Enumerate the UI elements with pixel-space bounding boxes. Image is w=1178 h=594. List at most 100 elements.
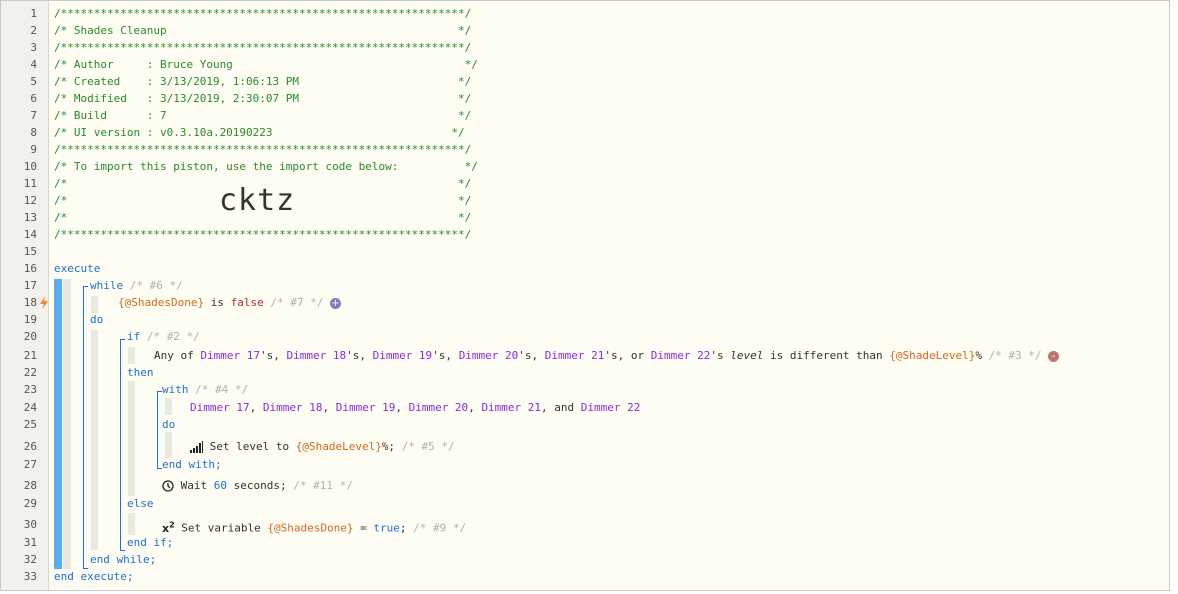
header-build: /* Build : 7 */ — [54, 109, 472, 122]
wait-duration: 60 — [213, 479, 227, 492]
if-keyword[interactable]: if — [127, 330, 140, 343]
sep-1: , — [249, 401, 263, 414]
poss-2: 's, — [346, 349, 373, 362]
with-do-block-shade — [165, 432, 172, 458]
set-variable-target: {@ShadesDone} — [267, 521, 354, 535]
line-number: 20 — [23, 330, 37, 343]
line-number: 11 — [23, 177, 37, 190]
header-author: /* Author : Bruce Young */ — [54, 58, 478, 71]
header-modified: /* Modified : 3/13/2019, 2:30:07 PM */ — [54, 92, 472, 105]
different-operator: is different than — [763, 349, 890, 362]
if-bracket — [120, 339, 125, 551]
line-number: 14 — [23, 228, 37, 241]
piston-editor: 1 2 3 4 5 6 7 8 9 10 11 12 13 14 15 16 17 18 19 20 21 22 23 24 2… — [0, 0, 1170, 591]
with-dimmer-22: Dimmer 22 — [580, 401, 641, 414]
if-line: if /* #2 */ — [127, 328, 200, 345]
any-of-text: Any of — [154, 349, 201, 362]
header-title: /* Shades Cleanup */ — [54, 24, 472, 37]
line-number: 6 — [30, 92, 37, 105]
comment-5: /* #5 */ — [401, 440, 455, 453]
signal-bars-icon — [190, 441, 203, 453]
end-execute-keyword[interactable]: end execute; — [54, 570, 133, 583]
set-level-statement[interactable]: Set level to {@ShadeLevel}%; /* #5 */ — [190, 438, 455, 455]
header-border-4: /***************************************… — [54, 228, 472, 241]
if-comment: /* #2 */ — [146, 330, 200, 343]
then-keyword[interactable]: then — [127, 366, 154, 379]
header-border-3: /***************************************… — [54, 143, 472, 156]
set-variable-statement[interactable]: x2 Set variable {@ShadesDone} = true; /*… — [162, 516, 466, 537]
end-if-keyword[interactable]: end if; — [127, 536, 173, 549]
device-dimmer-19: Dimmer 19 — [372, 349, 433, 362]
condition-comment-3: /* #3 */ — [988, 349, 1049, 362]
superscript-x2-icon: x2 — [162, 520, 175, 535]
then-block-shade — [128, 381, 135, 496]
line-number: 27 — [23, 458, 37, 471]
header-import-note: /* To import this piston, use the import… — [54, 160, 478, 173]
semicolon: ; — [399, 521, 414, 535]
while-condition[interactable]: {@ShadesDone} is false /* #7 */ + — [118, 294, 341, 311]
execute-block-shade — [63, 279, 71, 569]
sep-4: , — [468, 401, 482, 414]
end-with-line: end with; — [162, 456, 222, 473]
false-value: false — [230, 296, 264, 309]
with-keyword[interactable]: with — [162, 383, 189, 396]
equals-sign: = — [353, 521, 374, 535]
with-do-line: do — [162, 416, 175, 433]
header-border-2: /***************************************… — [54, 41, 472, 54]
execute-keyword[interactable]: execute — [54, 262, 100, 275]
end-while-keyword[interactable]: end while; — [90, 553, 156, 566]
while-keyword[interactable]: while — [90, 279, 123, 292]
line-number: 9 — [30, 143, 37, 156]
line-number: 18 — [23, 296, 37, 309]
shades-done-variable: {@ShadesDone} — [118, 296, 205, 309]
end-with-keyword[interactable]: end with; — [162, 458, 222, 471]
line-number: 8 — [30, 126, 37, 139]
line-number: 13 — [23, 211, 37, 224]
clock-icon — [162, 480, 174, 492]
comment-11: /* #11 */ — [293, 479, 353, 492]
if-block-shade — [128, 347, 135, 364]
shade-level-variable: {@ShadeLevel} — [889, 349, 976, 362]
is-operator: is — [204, 296, 231, 309]
wait-statement[interactable]: Wait 60 seconds; /* #11 */ — [162, 477, 353, 494]
else-keyword[interactable]: else — [127, 497, 154, 510]
end-while-line: end while; — [90, 551, 156, 568]
poss-4: 's, — [518, 349, 545, 362]
line-number: 2 — [30, 24, 37, 37]
execute-line: execute — [54, 260, 100, 277]
with-devices[interactable]: Dimmer 17, Dimmer 18, Dimmer 19, Dimmer … — [190, 399, 640, 416]
remove-condition-badge[interactable]: - — [1048, 350, 1060, 362]
seconds-text: seconds; — [227, 479, 294, 492]
then-line: then — [127, 364, 154, 381]
wait-text: Wait — [174, 479, 214, 492]
end-execute-line: end execute; — [54, 568, 133, 585]
line-number: 28 — [23, 479, 37, 492]
line-number: 32 — [23, 553, 37, 566]
bolt-icon — [40, 296, 48, 310]
while-line: while /* #6 */ — [90, 277, 183, 294]
sep-3: , — [395, 401, 409, 414]
if-condition[interactable]: Any of Dimmer 17's, Dimmer 18's, Dimmer … — [154, 347, 1060, 364]
while-comment: /* #6 */ — [129, 279, 183, 292]
line-number: 33 — [23, 570, 37, 583]
line-number: 12 — [23, 194, 37, 207]
import-code: cktz — [219, 183, 296, 218]
line-number: 25 — [23, 418, 37, 431]
with-block-shade — [165, 398, 172, 415]
do-keyword[interactable]: do — [90, 313, 103, 326]
with-comment: /* #4 */ — [195, 383, 249, 396]
device-dimmer-21: Dimmer 21 — [544, 349, 605, 362]
comment-9: /* #9 */ — [413, 521, 467, 535]
poss-3: 's, — [432, 349, 459, 362]
line-number: 1 — [30, 7, 37, 20]
condition-comment-7: /* #7 */ — [263, 296, 330, 309]
with-do-keyword[interactable]: do — [162, 418, 175, 431]
line-number: 10 — [23, 160, 37, 173]
add-condition-badge[interactable]: + — [329, 297, 341, 309]
with-dimmer-18: Dimmer 18 — [262, 401, 323, 414]
else-line: else — [127, 495, 154, 512]
header-ui-version: /* UI version : v0.3.10a.20190223 */ — [54, 126, 465, 139]
while-do-line: do — [90, 311, 103, 328]
do-block-shade — [91, 330, 98, 550]
line-number: 4 — [30, 58, 37, 71]
